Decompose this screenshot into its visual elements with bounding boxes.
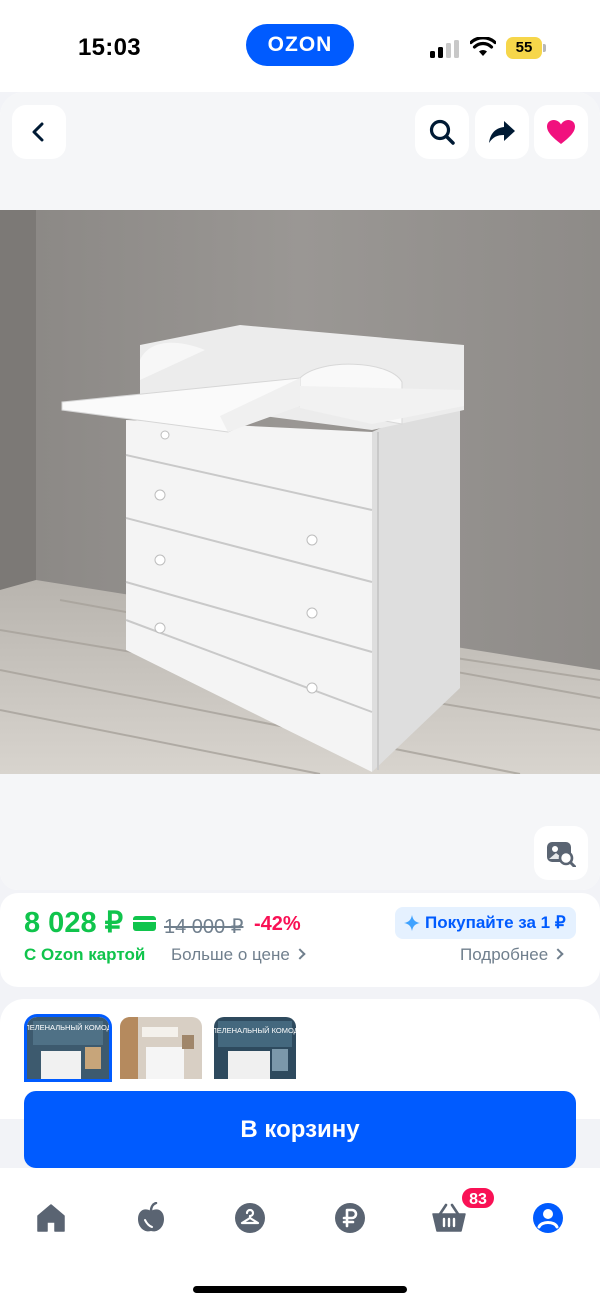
old-price: 14 000 ₽ — [164, 916, 244, 938]
image-search-button[interactable] — [534, 826, 588, 880]
more-about-price-link[interactable]: Больше о цене — [171, 945, 306, 965]
chevron-right-icon — [552, 948, 564, 960]
search-button[interactable] — [415, 105, 469, 159]
add-to-cart-button[interactable]: В корзину — [24, 1091, 576, 1168]
heart-icon — [547, 120, 575, 144]
thumbnail-image: ПЕЛЕНАЛЬНЫЙ КОМОД — [27, 1017, 109, 1079]
nav-catalog[interactable] — [230, 1198, 270, 1238]
battery-tip — [543, 44, 546, 52]
price-block: 8 028 ₽ 14 000 ₽ -42% Покупайте за 1 ₽ С… — [0, 893, 600, 987]
cart-badge: 83 — [460, 1186, 496, 1210]
thumbnail-caption: ПЕЛЕНАЛЬНЫЙ КОМОД — [214, 1026, 296, 1035]
home-indicator — [193, 1286, 407, 1293]
discount-badge: -42% — [254, 913, 301, 935]
sparkle-icon — [404, 915, 420, 931]
product-media-card — [0, 92, 600, 890]
ozon-card-label: С Ozon картой — [24, 945, 146, 964]
home-icon — [37, 1204, 65, 1232]
image-search-icon — [547, 842, 576, 867]
media-footer — [0, 774, 600, 890]
fresh-icon — [138, 1202, 164, 1232]
favorite-button[interactable] — [534, 105, 588, 159]
product-photo[interactable] — [0, 210, 600, 774]
status-bar: 15:03 OZON 55 — [0, 0, 600, 92]
finance-icon — [335, 1203, 365, 1233]
back-button[interactable] — [12, 105, 66, 159]
nav-profile[interactable] — [528, 1198, 568, 1238]
nav-finance[interactable] — [330, 1198, 370, 1238]
more-about-price-label: Больше о цене — [171, 945, 290, 964]
thumbnail-image — [120, 1017, 202, 1079]
promo-badge[interactable]: Покупайте за 1 ₽ — [395, 907, 576, 939]
thumbnail-image: ПЕЛЕНАЛЬНЫЙ КОМОД — [214, 1017, 296, 1079]
thumbnail-2[interactable] — [120, 1017, 202, 1079]
details-link[interactable]: Подробнее — [460, 945, 564, 965]
nav-home[interactable] — [31, 1198, 71, 1238]
catalog-icon — [235, 1203, 265, 1233]
chevron-right-icon — [294, 948, 306, 960]
bottom-navigation: 83 — [0, 1168, 600, 1303]
thumbnail-1[interactable]: ПЕЛЕНАЛЬНЫЙ КОМОД — [27, 1017, 109, 1079]
status-time: 15:03 — [78, 34, 141, 61]
signal-icon — [430, 40, 460, 58]
back-icon — [32, 122, 44, 142]
cart-icon — [432, 1203, 466, 1232]
share-icon — [489, 121, 515, 143]
thumbnail-3[interactable]: ПЕЛЕНАЛЬНЫЙ КОМОД — [214, 1017, 296, 1079]
wifi-icon — [470, 37, 496, 56]
promo-label: Покупайте за 1 ₽ — [425, 913, 566, 932]
ozon-logo[interactable]: OZON — [246, 24, 354, 66]
current-price: 8 028 ₽ — [24, 907, 124, 939]
share-button[interactable] — [475, 105, 529, 159]
details-label: Подробнее — [460, 945, 549, 964]
profile-icon — [533, 1203, 563, 1233]
battery-indicator: 55 — [506, 37, 542, 59]
search-icon — [429, 119, 455, 145]
ozon-card-icon — [133, 916, 156, 931]
nav-fresh[interactable] — [131, 1198, 171, 1238]
thumbnail-caption: ПЕЛЕНАЛЬНЫЙ КОМОД — [27, 1023, 109, 1032]
